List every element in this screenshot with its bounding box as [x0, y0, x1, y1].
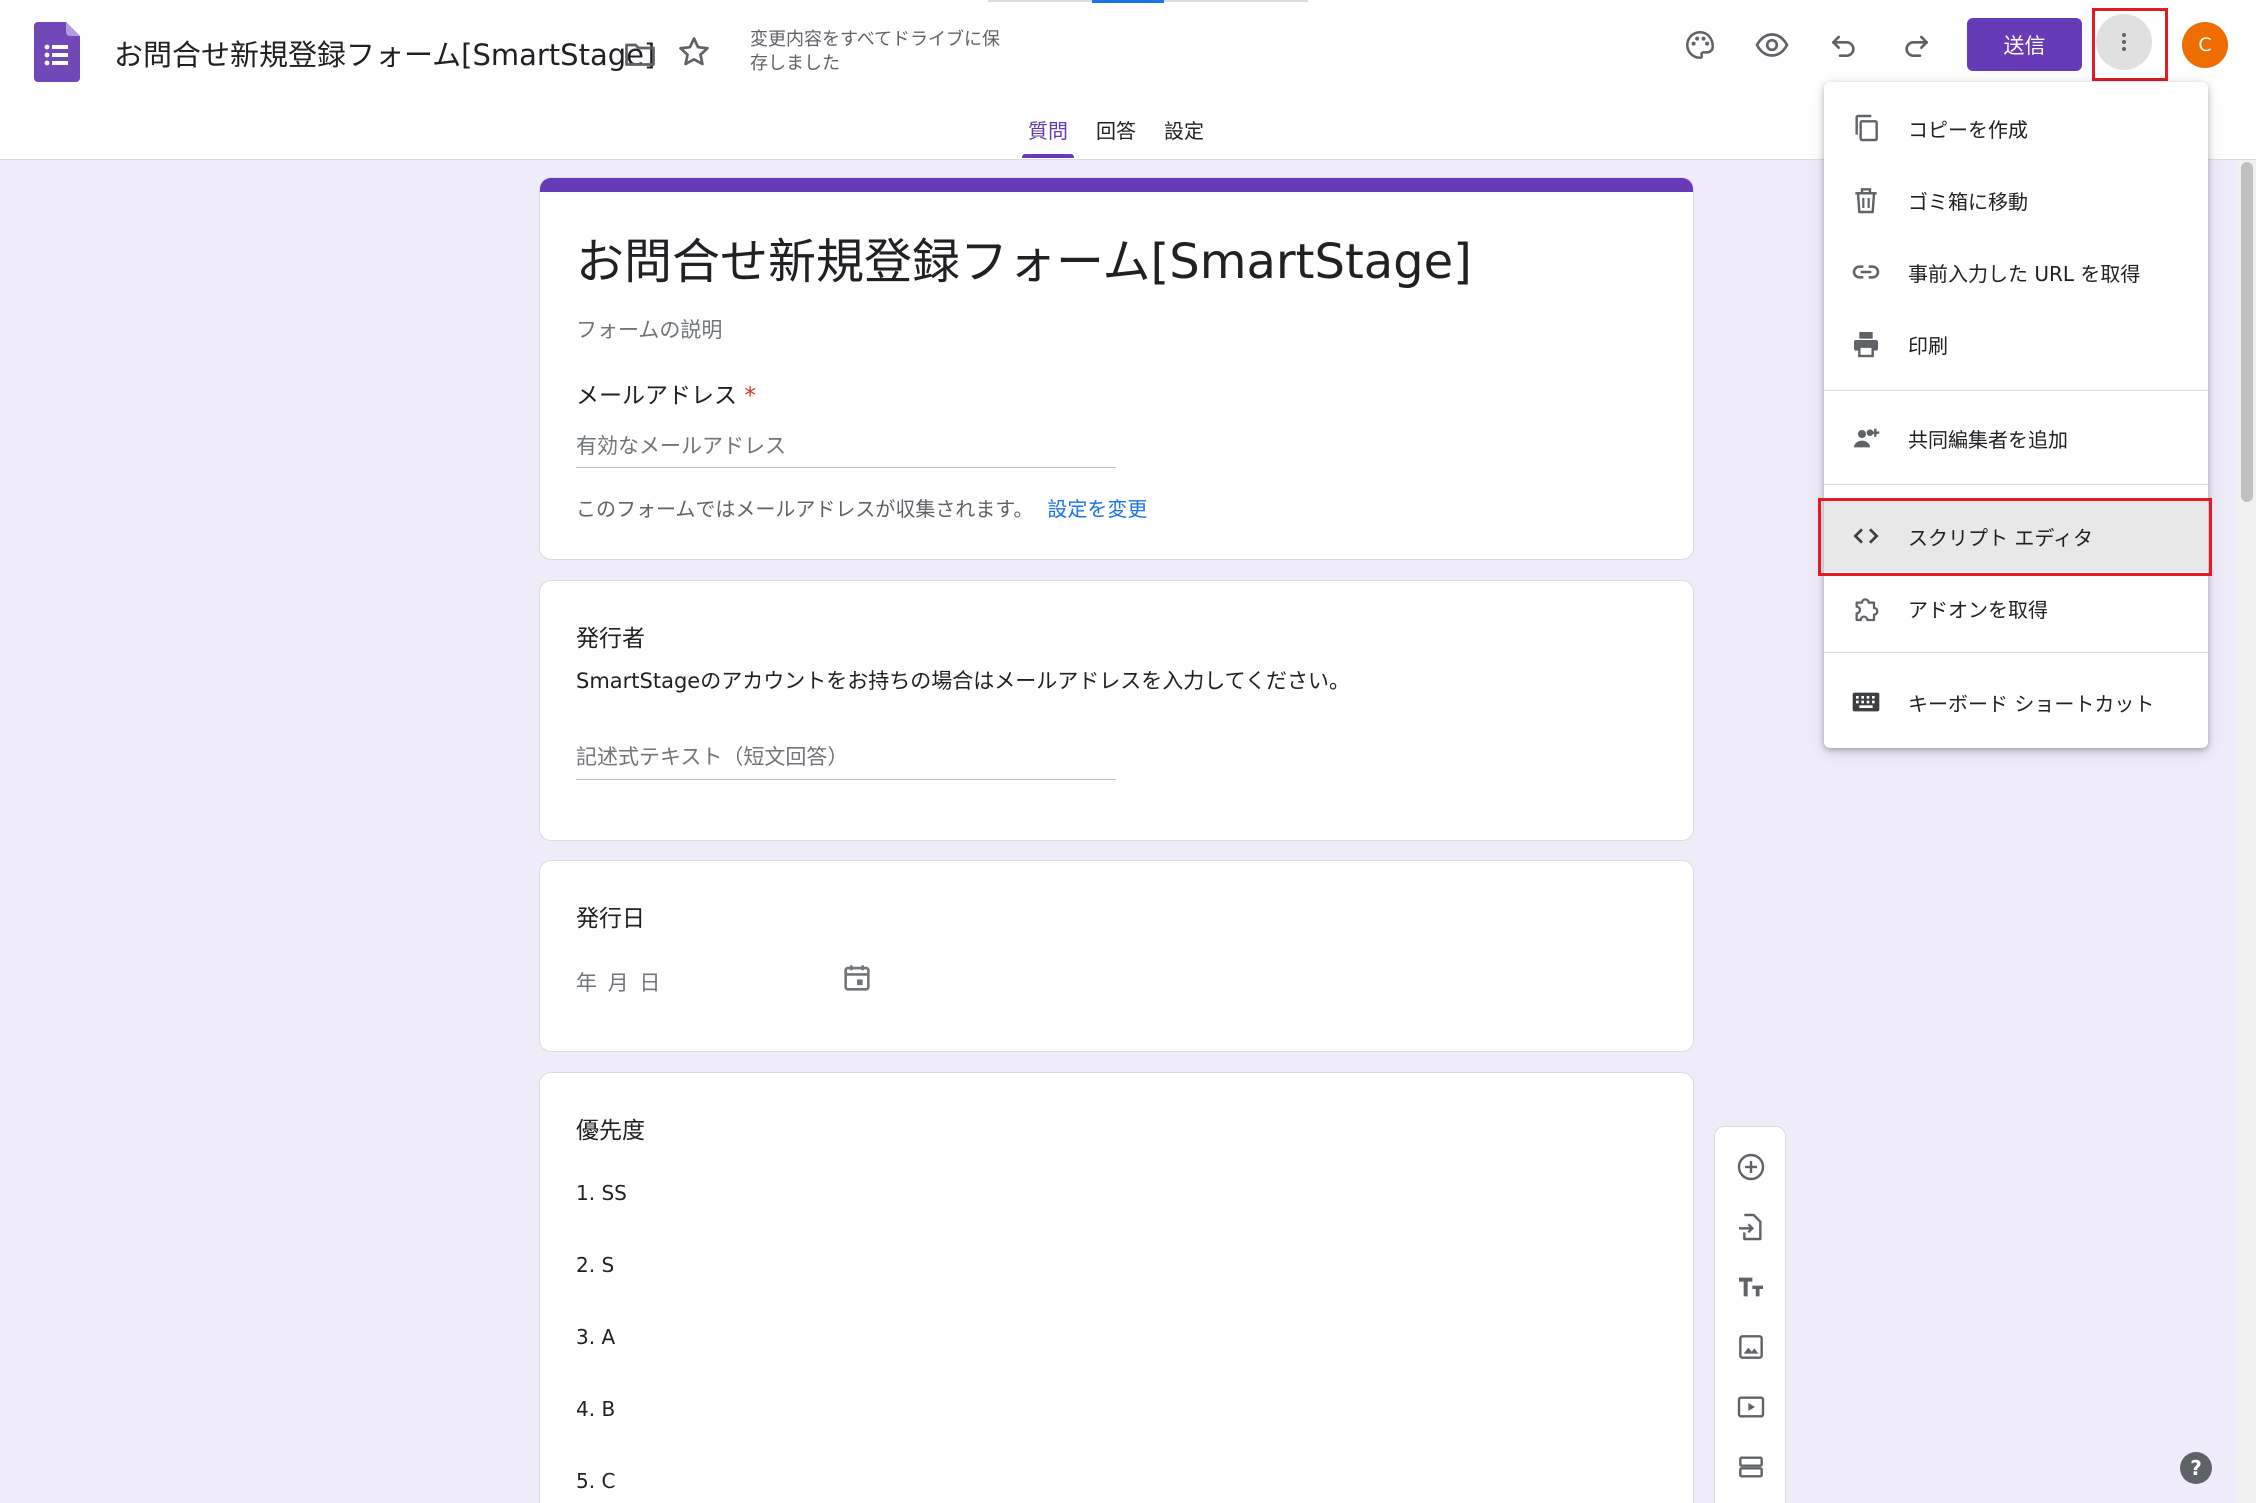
send-button[interactable]: 送信	[1967, 18, 2082, 71]
keyboard-icon	[1848, 684, 1884, 720]
video-icon	[1737, 1396, 1765, 1418]
calendar-icon[interactable]	[840, 961, 874, 995]
image-icon	[1739, 1335, 1763, 1359]
menu-item-add-collaborators[interactable]: 共同編集者を追加	[1824, 402, 2208, 474]
puzzle-icon	[1848, 590, 1884, 626]
add-question-button[interactable]	[1733, 1149, 1769, 1185]
forms-logo-icon[interactable]	[34, 22, 80, 82]
option-item[interactable]: 2. S	[576, 1253, 614, 1277]
short-answer-input[interactable]: 記述式テキスト（短文回答）	[576, 741, 848, 771]
menu-divider	[1824, 652, 2208, 653]
tab-settings[interactable]: 設定	[1150, 116, 1218, 160]
menu-item-label: 事前入力した URL を取得	[1908, 261, 2141, 286]
save-status: 変更内容をすべてドライブに保存しました	[750, 29, 1001, 74]
form-tabs: 質問 回答 設定	[1014, 116, 1218, 160]
more-options-highlight	[2092, 8, 2168, 81]
add-title-button[interactable]	[1733, 1269, 1769, 1305]
add-video-button[interactable]	[1733, 1389, 1769, 1425]
copy-icon	[1848, 110, 1884, 146]
menu-item-print[interactable]: 印刷	[1824, 308, 2208, 380]
email-question-label: メールアドレス *	[576, 376, 756, 410]
form-title-card: お問合せ新規登録フォーム[SmartStage] フォームの説明 メールアドレス…	[539, 177, 1694, 560]
menu-divider	[1824, 390, 2208, 391]
add-section-button[interactable]	[1733, 1449, 1769, 1485]
eye-icon	[1755, 33, 1789, 57]
title-text-icon	[1739, 1277, 1763, 1297]
account-avatar[interactable]: C	[2182, 22, 2228, 68]
question-title: 発行者	[576, 626, 645, 652]
redo-button[interactable]	[1888, 17, 1944, 73]
menu-item-label: キーボード ショートカット	[1908, 691, 2155, 716]
change-settings-link[interactable]: 設定を変更	[1047, 497, 1147, 521]
palette-icon	[1685, 30, 1715, 60]
menu-item-move-to-trash[interactable]: ゴミ箱に移動	[1824, 164, 2208, 236]
question-title: 優先度	[576, 1118, 645, 1144]
folder-icon[interactable]	[622, 36, 658, 72]
email-input-underline	[576, 467, 1116, 468]
add-people-icon	[1848, 420, 1884, 456]
option-item[interactable]: 5. C	[576, 1469, 615, 1493]
option-item[interactable]: 3. A	[576, 1325, 615, 1349]
short-answer-underline	[576, 779, 1116, 780]
link-icon	[1848, 254, 1884, 290]
section-icon	[1739, 1456, 1763, 1478]
menu-divider	[1824, 484, 2208, 485]
menu-item-label: コピーを作成	[1908, 117, 2028, 142]
form-title[interactable]: お問合せ新規登録フォーム[SmartStage]	[576, 222, 1472, 292]
document-title[interactable]: お問合せ新規登録フォーム[SmartStage]	[114, 32, 655, 74]
import-questions-button[interactable]	[1733, 1209, 1769, 1245]
menu-item-make-copy[interactable]: コピーを作成	[1824, 92, 2208, 164]
scrollbar-thumb[interactable]	[2241, 162, 2253, 502]
question-description: SmartStageのアカウントをお持ちの場合はメールアドレスを入力してください…	[576, 669, 1350, 693]
option-item[interactable]: 4. B	[576, 1397, 615, 1421]
add-circle-icon	[1737, 1153, 1765, 1181]
menu-item-label: 共同編集者を追加	[1908, 427, 2068, 452]
email-input[interactable]: 有効なメールアドレス	[576, 430, 786, 460]
customize-theme-button[interactable]	[1672, 17, 1728, 73]
star-icon[interactable]	[676, 34, 712, 70]
email-question-text: メールアドレス	[576, 383, 737, 409]
date-input[interactable]: 年 月 日	[576, 967, 662, 997]
question-card-priority[interactable]: 優先度 1. SS 2. S 3. A 4. B 5. C	[539, 1072, 1694, 1503]
top-indicator	[1092, 0, 1164, 3]
add-image-button[interactable]	[1733, 1329, 1769, 1365]
form-description-field[interactable]: フォームの説明	[576, 314, 722, 344]
tab-responses[interactable]: 回答	[1082, 116, 1150, 160]
tab-questions[interactable]: 質問	[1014, 116, 1082, 160]
question-card-date[interactable]: 発行日 年 月 日	[539, 860, 1694, 1052]
email-note-text: このフォームではメールアドレスが収集されます。	[576, 497, 1034, 521]
menu-item-get-addons[interactable]: アドオンを取得	[1824, 572, 2208, 644]
required-mark: *	[744, 383, 756, 409]
preview-button[interactable]	[1744, 17, 1800, 73]
title-accent-bar	[540, 178, 1693, 192]
undo-icon	[1832, 35, 1855, 57]
email-collection-note: このフォームではメールアドレスが収集されます。 設定を変更	[576, 493, 1147, 522]
question-toolbar	[1714, 1126, 1786, 1503]
import-icon	[1739, 1213, 1762, 1241]
script-editor-highlight	[1818, 498, 2212, 576]
question-card-publisher[interactable]: 発行者 SmartStageのアカウントをお持ちの場合はメールアドレスを入力して…	[539, 580, 1694, 841]
redo-icon	[1905, 35, 1928, 57]
menu-item-prefilled-url[interactable]: 事前入力した URL を取得	[1824, 236, 2208, 308]
option-item[interactable]: 1. SS	[576, 1181, 627, 1205]
undo-button[interactable]	[1816, 17, 1872, 73]
print-icon	[1848, 326, 1884, 362]
help-button[interactable]: ?	[2180, 1452, 2212, 1484]
more-options-menu: コピーを作成 ゴミ箱に移動 事前入力した URL を取得 印刷 共同編集者を追加…	[1824, 82, 2208, 748]
question-title: 発行日	[576, 906, 645, 932]
menu-item-label: 印刷	[1908, 333, 1948, 358]
menu-item-label: アドオンを取得	[1908, 597, 2048, 622]
menu-item-label: ゴミ箱に移動	[1908, 189, 2028, 214]
menu-item-keyboard-shortcuts[interactable]: キーボード ショートカット	[1824, 666, 2208, 738]
trash-icon	[1848, 182, 1884, 218]
